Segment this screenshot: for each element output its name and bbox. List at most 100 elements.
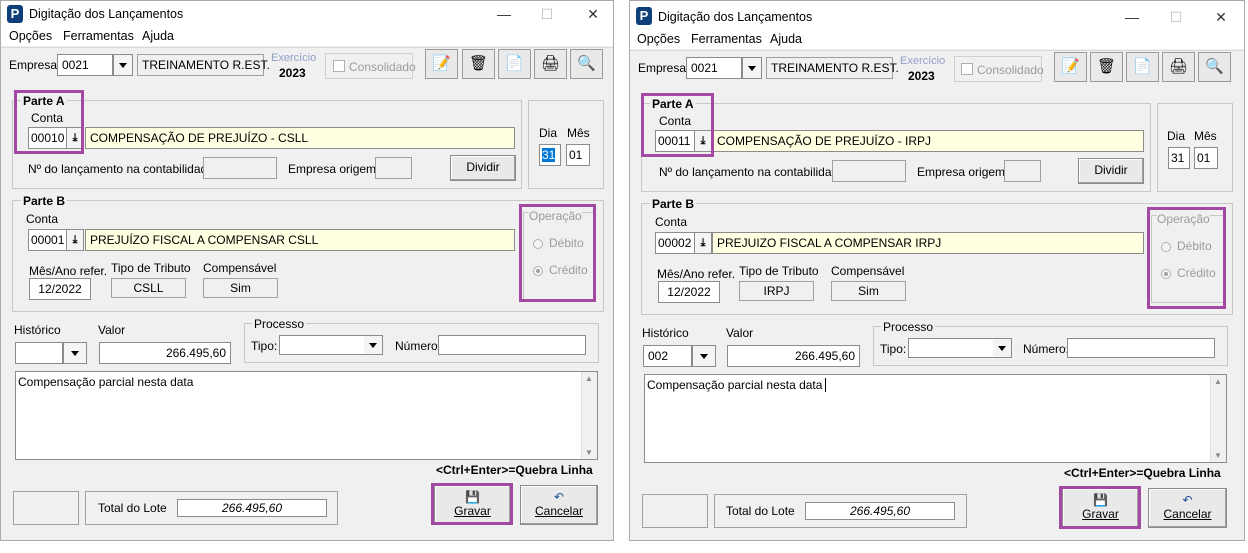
empresa-origem-field	[375, 157, 412, 179]
dividir-button[interactable]: Dividir	[450, 155, 516, 181]
parte-b-conta-label: Conta	[655, 215, 688, 229]
num-lancamento-label: Nº do lançamento na contabilidade:	[28, 162, 218, 176]
menu-ajuda[interactable]: Ajuda	[142, 29, 174, 43]
chevron-down-icon	[700, 354, 708, 359]
tipo-label: Tipo:	[880, 342, 907, 356]
valor-label: Valor	[726, 326, 754, 340]
undo-icon: ↶	[553, 490, 565, 504]
scroll-down-icon[interactable]: ▼	[1214, 451, 1222, 460]
numero-input[interactable]	[1067, 338, 1215, 358]
highlight-gravar	[431, 483, 513, 525]
minimize-icon[interactable]: —	[491, 5, 517, 23]
scroll-down-icon[interactable]: ▼	[585, 448, 593, 457]
app-logo-icon: P	[636, 7, 652, 25]
mes-label: Mês	[567, 126, 590, 140]
historico-dropdown-button[interactable]	[63, 342, 87, 364]
minimize-icon[interactable]: —	[1119, 8, 1145, 26]
document-edit-icon[interactable]: 📝	[1054, 52, 1087, 82]
consolidado-checkbox[interactable]	[333, 60, 345, 72]
empresa-code-input[interactable]: 0021	[57, 54, 113, 76]
parte-b-conta-desc[interactable]: PREJUÍZO FISCAL A COMPENSAR CSLL	[85, 229, 515, 251]
valor-input[interactable]: 266.495,60	[99, 342, 231, 364]
total-label: Total do Lote	[98, 501, 167, 515]
close-icon[interactable]: ✕	[1208, 8, 1234, 26]
consolidado-checkbox[interactable]	[961, 63, 973, 75]
scroll-up-icon[interactable]: ▲	[1214, 377, 1222, 386]
mes-ano-input[interactable]: 12/2022	[658, 281, 720, 303]
empresa-code-input[interactable]: 0021	[686, 57, 742, 79]
window-right: P Digitação dos Lançamentos — ☐ ✕ Opções…	[629, 0, 1245, 541]
memo-text: Compensação parcial nesta data	[647, 378, 823, 392]
parte-b-conta-desc[interactable]: PREJUIZO FISCAL A COMPENSAR IRPJ	[712, 232, 1144, 254]
historico-memo[interactable]: Compensação parcial nesta data ▲ ▼	[644, 374, 1227, 463]
highlight-operacao	[519, 204, 596, 302]
dia-input[interactable]: 31	[1168, 147, 1190, 169]
report-icon[interactable]: 📄	[498, 49, 531, 79]
menu-ferramentas[interactable]: Ferramentas	[63, 29, 134, 43]
close-icon[interactable]: ✕	[580, 5, 606, 23]
empresa-dropdown-button[interactable]	[742, 57, 762, 79]
tipo-select[interactable]	[279, 335, 383, 355]
memo-scrollbar[interactable]: ▲ ▼	[1210, 375, 1226, 462]
title-bar: P Digitação dos Lançamentos — ☐ ✕	[630, 1, 1244, 31]
app-logo-icon: P	[7, 5, 23, 23]
download-arrow-icon[interactable]: ⤓	[66, 229, 84, 251]
exercicio-year: 2023	[908, 69, 935, 83]
mes-ano-input[interactable]: 12/2022	[29, 278, 91, 300]
maximize-icon[interactable]: ☐	[1163, 8, 1189, 26]
exercicio-label: Exercício	[271, 52, 317, 64]
preview-icon[interactable]: 🔍	[1198, 52, 1231, 82]
processo-label: Processo	[252, 317, 307, 331]
tipo-select[interactable]	[908, 338, 1012, 358]
preview-icon[interactable]: 🔍	[570, 49, 603, 79]
mes-input[interactable]: 01	[1194, 147, 1218, 169]
mes-ano-label: Mês/Ano refer.	[29, 264, 108, 278]
menu-opcoes[interactable]: Opções	[9, 29, 52, 43]
scroll-up-icon[interactable]: ▲	[585, 374, 593, 383]
valor-input[interactable]: 266.495,60	[727, 345, 860, 367]
dia-label: Dia	[1167, 129, 1186, 143]
empresa-label: Empresa:	[9, 58, 61, 72]
memo-scrollbar[interactable]: ▲ ▼	[581, 372, 597, 459]
mes-input[interactable]: 01	[566, 144, 590, 166]
cancelar-button[interactable]: ↶ Cancelar	[1148, 488, 1227, 528]
printer-icon[interactable]: 🖨	[534, 49, 567, 79]
report-icon[interactable]: 📄	[1126, 52, 1159, 82]
recycle-bin-icon[interactable]: 🗑	[462, 49, 495, 79]
tipo-tributo-field: IRPJ	[739, 281, 814, 301]
numero-input[interactable]	[438, 335, 586, 355]
tipo-dropdown-button[interactable]	[993, 339, 1011, 357]
parte-a-conta-desc[interactable]: COMPENSAÇÃO DE PREJUÍZO - CSLL	[85, 127, 515, 149]
divider	[1, 47, 613, 48]
maximize-icon[interactable]: ☐	[534, 5, 560, 23]
historico-input[interactable]: 002	[643, 345, 692, 367]
historico-input[interactable]	[15, 342, 63, 364]
download-arrow-icon[interactable]: ⤓	[694, 232, 712, 254]
printer-icon[interactable]: 🖨	[1162, 52, 1195, 82]
dia-input[interactable]: 31	[539, 144, 561, 166]
window-title: Digitação dos Lançamentos	[29, 7, 184, 21]
parte-b-conta-code[interactable]: 00001	[28, 229, 67, 251]
menu-opcoes[interactable]: Opções	[637, 32, 680, 46]
num-lancamento-field	[203, 157, 277, 179]
parte-a-conta-desc[interactable]: COMPENSAÇÃO DE PREJUÍZO - IRPJ	[712, 130, 1144, 152]
historico-dropdown-button[interactable]	[692, 345, 716, 367]
recycle-bin-icon[interactable]: 🗑	[1090, 52, 1123, 82]
parte-b-conta-code[interactable]: 00002	[655, 232, 695, 254]
document-edit-icon[interactable]: 📝	[425, 49, 458, 79]
menu-ferramentas[interactable]: Ferramentas	[691, 32, 762, 46]
cancelar-button[interactable]: ↶ Cancelar	[520, 485, 598, 525]
processo-label: Processo	[881, 320, 936, 334]
exercicio-label: Exercício	[900, 55, 946, 67]
tipo-dropdown-button[interactable]	[364, 336, 382, 354]
text-cursor	[825, 378, 827, 392]
menu-ajuda[interactable]: Ajuda	[770, 32, 802, 46]
dividir-button[interactable]: Dividir	[1078, 158, 1144, 184]
menu-bar: Opções Ferramentas Ajuda	[630, 31, 1244, 49]
divider	[630, 50, 1244, 51]
empresa-origem-field	[1004, 160, 1041, 182]
chevron-down-icon	[119, 63, 127, 68]
historico-memo[interactable]: Compensação parcial nesta data ▲ ▼	[15, 371, 598, 460]
compensavel-field: Sim	[831, 281, 906, 301]
empresa-dropdown-button[interactable]	[113, 54, 133, 76]
